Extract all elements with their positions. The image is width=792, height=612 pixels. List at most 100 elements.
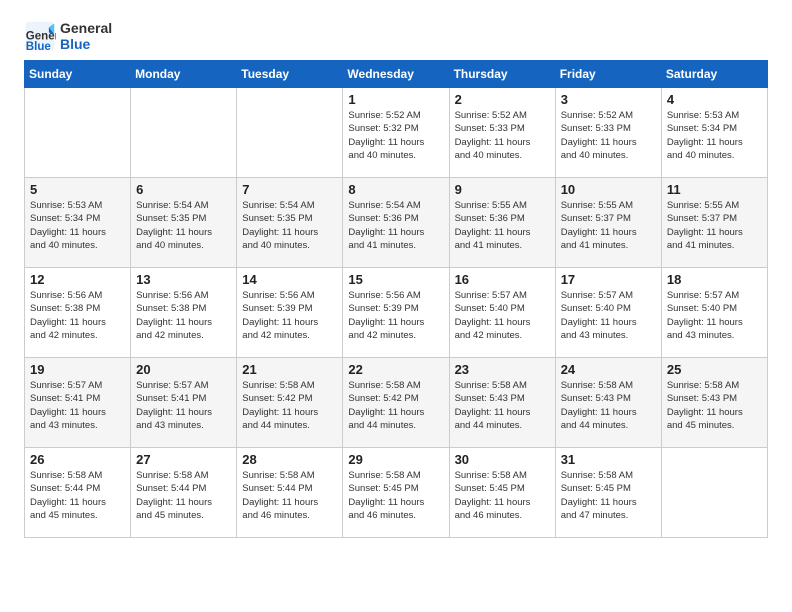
- day-number: 9: [455, 182, 550, 197]
- day-info: Sunrise: 5:58 AMSunset: 5:45 PMDaylight:…: [561, 469, 656, 522]
- day-number: 12: [30, 272, 125, 287]
- calendar-header-row: SundayMondayTuesdayWednesdayThursdayFrid…: [25, 61, 768, 88]
- day-number: 1: [348, 92, 443, 107]
- col-header-monday: Monday: [131, 61, 237, 88]
- day-number: 6: [136, 182, 231, 197]
- day-number: 17: [561, 272, 656, 287]
- day-number: 25: [667, 362, 762, 377]
- day-info: Sunrise: 5:58 AMSunset: 5:43 PMDaylight:…: [561, 379, 656, 432]
- calendar-cell: 15 Sunrise: 5:56 AMSunset: 5:39 PMDayligh…: [343, 268, 449, 358]
- calendar-cell: 25Sunrise: 5:58 AMSunset: 5:43 PMDayligh…: [661, 358, 767, 448]
- day-info: Sunrise: 5:57 AMSunset: 5:40 PMDaylight:…: [561, 289, 656, 342]
- day-info: Sunrise: 5:52 AMSunset: 5:32 PMDaylight:…: [348, 109, 443, 162]
- day-number: 29: [348, 452, 443, 467]
- day-number: 22: [348, 362, 443, 377]
- col-header-tuesday: Tuesday: [237, 61, 343, 88]
- logo: General Blue General Blue: [24, 20, 112, 52]
- day-number: 8: [348, 182, 443, 197]
- calendar-week-row: 19Sunrise: 5:57 AMSunset: 5:41 PMDayligh…: [25, 358, 768, 448]
- calendar-cell: 23 Sunrise: 5:58 AMSunset: 5:43 PMDayligh…: [449, 358, 555, 448]
- day-number: 26: [30, 452, 125, 467]
- day-number: 11: [667, 182, 762, 197]
- calendar-week-row: 5Sunrise: 5:53 AMSunset: 5:34 PMDaylight…: [25, 178, 768, 268]
- calendar-cell: 9 Sunrise: 5:55 AMSunset: 5:36 PMDaylight…: [449, 178, 555, 268]
- day-info: Sunrise: 5:57 AMSunset: 5:40 PMDaylight:…: [455, 289, 550, 342]
- calendar-cell: [237, 88, 343, 178]
- calendar-cell: 3 Sunrise: 5:52 AMSunset: 5:33 PMDaylight…: [555, 88, 661, 178]
- col-header-wednesday: Wednesday: [343, 61, 449, 88]
- calendar-cell: 1 Sunrise: 5:52 AMSunset: 5:32 PMDaylight…: [343, 88, 449, 178]
- calendar-cell: 28Sunrise: 5:58 AMSunset: 5:44 PMDayligh…: [237, 448, 343, 538]
- day-info: Sunrise: 5:52 AMSunset: 5:33 PMDaylight:…: [561, 109, 656, 162]
- day-info: Sunrise: 5:56 AMSunset: 5:38 PMDaylight:…: [30, 289, 125, 342]
- calendar-cell: 26 Sunrise: 5:58 AMSunset: 5:44 PMDayligh…: [25, 448, 131, 538]
- calendar-cell: 12 Sunrise: 5:56 AMSunset: 5:38 PMDayligh…: [25, 268, 131, 358]
- calendar-cell: 11 Sunrise: 5:55 AMSunset: 5:37 PMDayligh…: [661, 178, 767, 268]
- day-info: Sunrise: 5:58 AMSunset: 5:43 PMDaylight:…: [455, 379, 550, 432]
- day-number: 3: [561, 92, 656, 107]
- day-number: 2: [455, 92, 550, 107]
- svg-text:Blue: Blue: [26, 41, 52, 52]
- logo-blue: Blue: [60, 36, 112, 52]
- header: General Blue General Blue: [24, 20, 768, 52]
- calendar-cell: 10Sunrise: 5:55 AMSunset: 5:37 PMDayligh…: [555, 178, 661, 268]
- col-header-sunday: Sunday: [25, 61, 131, 88]
- day-info: Sunrise: 5:58 AMSunset: 5:42 PMDaylight:…: [242, 379, 337, 432]
- day-number: 18: [667, 272, 762, 287]
- col-header-thursday: Thursday: [449, 61, 555, 88]
- col-header-saturday: Saturday: [661, 61, 767, 88]
- day-info: Sunrise: 5:54 AMSunset: 5:35 PMDaylight:…: [136, 199, 231, 252]
- col-header-friday: Friday: [555, 61, 661, 88]
- day-number: 10: [561, 182, 656, 197]
- day-info: Sunrise: 5:55 AMSunset: 5:36 PMDaylight:…: [455, 199, 550, 252]
- day-number: 15: [348, 272, 443, 287]
- calendar-cell: 2 Sunrise: 5:52 AMSunset: 5:33 PMDaylight…: [449, 88, 555, 178]
- calendar-cell: 30 Sunrise: 5:58 AMSunset: 5:45 PMDayligh…: [449, 448, 555, 538]
- calendar-table: SundayMondayTuesdayWednesdayThursdayFrid…: [24, 60, 768, 538]
- day-info: Sunrise: 5:58 AMSunset: 5:42 PMDaylight:…: [348, 379, 443, 432]
- calendar-week-row: 1 Sunrise: 5:52 AMSunset: 5:32 PMDaylight…: [25, 88, 768, 178]
- day-info: Sunrise: 5:52 AMSunset: 5:33 PMDaylight:…: [455, 109, 550, 162]
- calendar-week-row: 26 Sunrise: 5:58 AMSunset: 5:44 PMDayligh…: [25, 448, 768, 538]
- calendar-cell: 31 Sunrise: 5:58 AMSunset: 5:45 PMDayligh…: [555, 448, 661, 538]
- day-number: 20: [136, 362, 231, 377]
- day-info: Sunrise: 5:56 AMSunset: 5:39 PMDaylight:…: [348, 289, 443, 342]
- day-info: Sunrise: 5:54 AMSunset: 5:36 PMDaylight:…: [348, 199, 443, 252]
- calendar-cell: 21 Sunrise: 5:58 AMSunset: 5:42 PMDayligh…: [237, 358, 343, 448]
- calendar-cell: 14Sunrise: 5:56 AMSunset: 5:39 PMDayligh…: [237, 268, 343, 358]
- day-number: 30: [455, 452, 550, 467]
- day-info: Sunrise: 5:53 AMSunset: 5:34 PMDaylight:…: [667, 109, 762, 162]
- calendar-cell: 8 Sunrise: 5:54 AMSunset: 5:36 PMDaylight…: [343, 178, 449, 268]
- day-info: Sunrise: 5:54 AMSunset: 5:35 PMDaylight:…: [242, 199, 337, 252]
- calendar-cell: 18 Sunrise: 5:57 AMSunset: 5:40 PMDayligh…: [661, 268, 767, 358]
- day-info: Sunrise: 5:56 AMSunset: 5:38 PMDaylight:…: [136, 289, 231, 342]
- day-number: 24: [561, 362, 656, 377]
- calendar-cell: 20 Sunrise: 5:57 AMSunset: 5:41 PMDayligh…: [131, 358, 237, 448]
- calendar-cell: 5Sunrise: 5:53 AMSunset: 5:34 PMDaylight…: [25, 178, 131, 268]
- calendar-cell: 13Sunrise: 5:56 AMSunset: 5:38 PMDayligh…: [131, 268, 237, 358]
- day-info: Sunrise: 5:57 AMSunset: 5:40 PMDaylight:…: [667, 289, 762, 342]
- day-number: 16: [455, 272, 550, 287]
- day-info: Sunrise: 5:57 AMSunset: 5:41 PMDaylight:…: [30, 379, 125, 432]
- day-info: Sunrise: 5:57 AMSunset: 5:41 PMDaylight:…: [136, 379, 231, 432]
- calendar-cell: 17 Sunrise: 5:57 AMSunset: 5:40 PMDayligh…: [555, 268, 661, 358]
- day-info: Sunrise: 5:58 AMSunset: 5:44 PMDaylight:…: [30, 469, 125, 522]
- day-number: 31: [561, 452, 656, 467]
- logo-icon: General Blue: [24, 20, 56, 52]
- day-info: Sunrise: 5:55 AMSunset: 5:37 PMDaylight:…: [667, 199, 762, 252]
- day-info: Sunrise: 5:58 AMSunset: 5:45 PMDaylight:…: [455, 469, 550, 522]
- calendar-cell: 22 Sunrise: 5:58 AMSunset: 5:42 PMDayligh…: [343, 358, 449, 448]
- day-number: 21: [242, 362, 337, 377]
- day-number: 27: [136, 452, 231, 467]
- calendar-cell: 7 Sunrise: 5:54 AMSunset: 5:35 PMDaylight…: [237, 178, 343, 268]
- calendar-cell: [25, 88, 131, 178]
- day-info: Sunrise: 5:58 AMSunset: 5:44 PMDaylight:…: [242, 469, 337, 522]
- calendar-cell: 19Sunrise: 5:57 AMSunset: 5:41 PMDayligh…: [25, 358, 131, 448]
- day-number: 7: [242, 182, 337, 197]
- day-info: Sunrise: 5:56 AMSunset: 5:39 PMDaylight:…: [242, 289, 337, 342]
- day-number: 23: [455, 362, 550, 377]
- calendar-cell: 24 Sunrise: 5:58 AMSunset: 5:43 PMDayligh…: [555, 358, 661, 448]
- calendar-cell: 27Sunrise: 5:58 AMSunset: 5:44 PMDayligh…: [131, 448, 237, 538]
- day-number: 4: [667, 92, 762, 107]
- calendar-cell: 6 Sunrise: 5:54 AMSunset: 5:35 PMDaylight…: [131, 178, 237, 268]
